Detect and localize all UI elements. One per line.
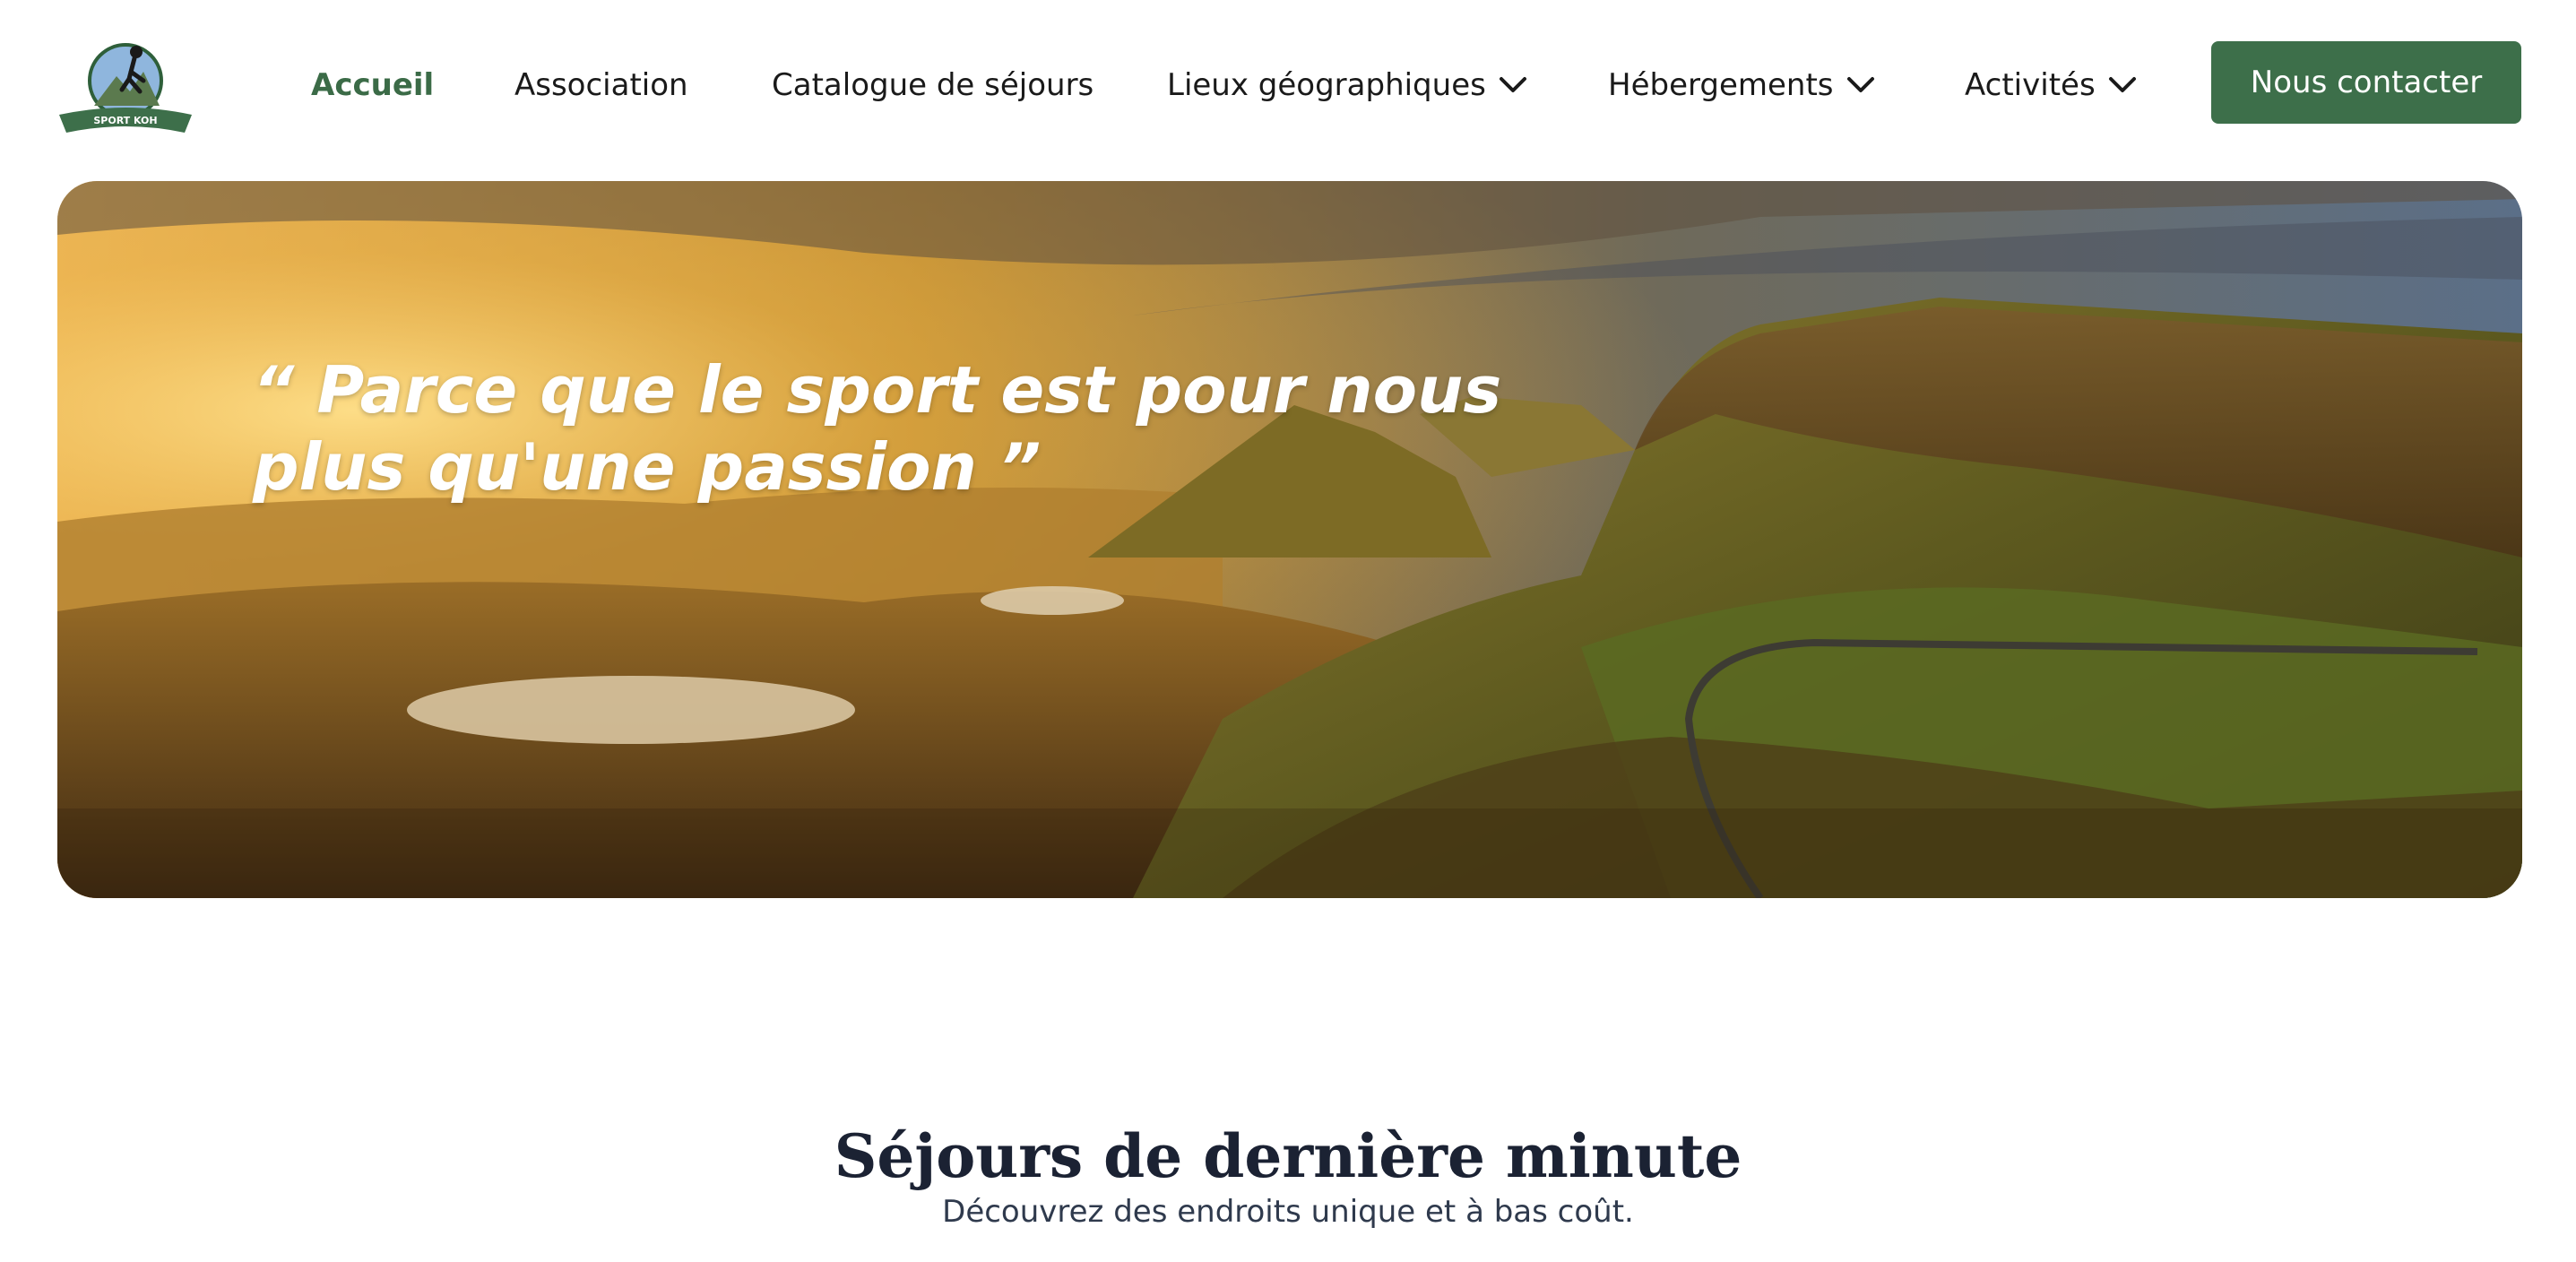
hero-landscape-image xyxy=(57,181,2522,898)
nav-label: Lieux géographiques xyxy=(1167,67,1486,103)
site-logo[interactable]: SPORT KOH xyxy=(54,36,197,143)
nav-label: Activités xyxy=(1965,67,2096,103)
nav-lieux-geographiques[interactable]: Lieux géographiques xyxy=(1167,63,1527,108)
hero-banner: “ Parce que le sport est pour nous plus … xyxy=(57,181,2522,898)
logo-text: SPORT KOH xyxy=(93,115,157,126)
nav-label: Association xyxy=(514,67,688,103)
contact-button[interactable]: Nous contacter xyxy=(2211,41,2521,124)
nav-accueil[interactable]: Accueil xyxy=(311,63,434,108)
nav-association[interactable]: Association xyxy=(514,63,688,108)
nav-label: Hébergements xyxy=(1608,67,1834,103)
site-header: SPORT KOH Accueil Association Catalogue … xyxy=(0,0,2576,170)
nav-label: Accueil xyxy=(311,67,435,103)
nav-label: Catalogue de séjours xyxy=(772,67,1094,103)
nav-catalogue-sejours[interactable]: Catalogue de séjours xyxy=(772,63,1094,108)
section-subtitle: Découvrez des endroits unique et à bas c… xyxy=(942,1194,1634,1230)
hero-quote-line2: plus qu'une passion ” xyxy=(253,429,1042,505)
nav-activites[interactable]: Activités xyxy=(1965,63,2137,108)
hero-quote: “ Parce que le sport est pour nous plus … xyxy=(253,351,1508,506)
chevron-down-icon xyxy=(1846,77,1874,92)
hero-quote-line1: “ Parce que le sport est pour nous xyxy=(253,352,1502,428)
section-title: Séjours de dernière minute xyxy=(834,1121,1742,1191)
chevron-down-icon xyxy=(1499,77,1526,92)
nav-hebergements[interactable]: Hébergements xyxy=(1608,63,1875,108)
chevron-down-icon xyxy=(2108,77,2136,92)
